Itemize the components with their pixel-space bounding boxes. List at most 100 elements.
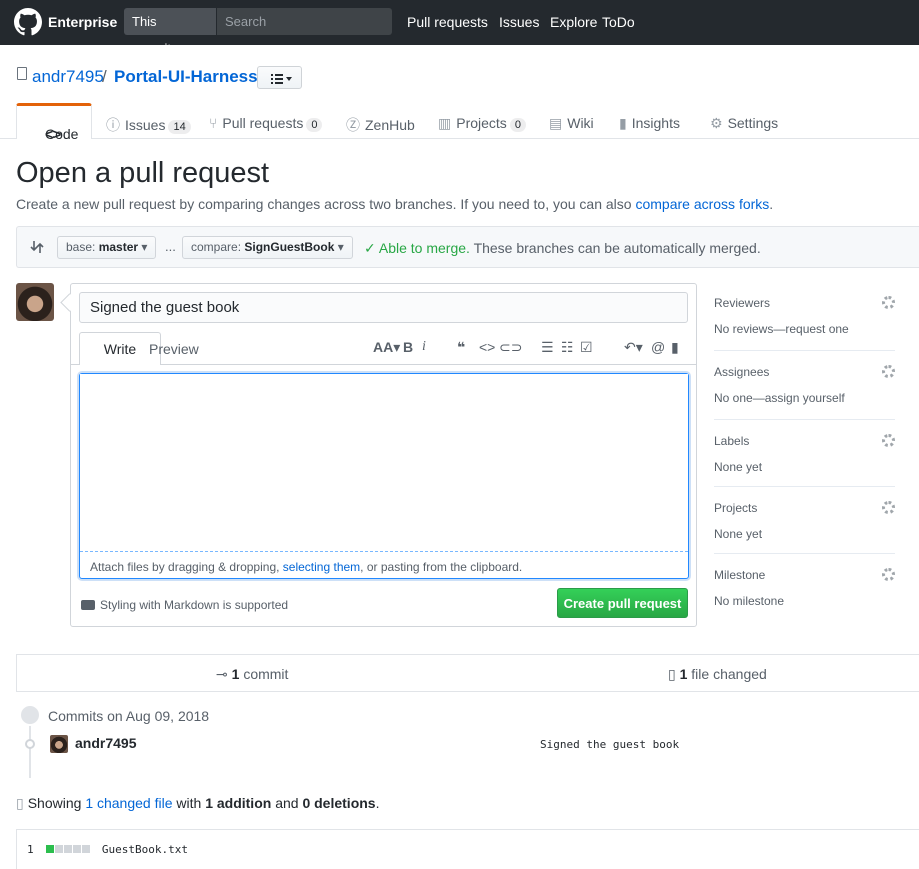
gear-icon[interactable]	[882, 568, 895, 581]
diffstat-neutral	[73, 845, 82, 853]
mention-icon[interactable]: @	[651, 339, 665, 355]
file-list: 1 GuestBook.txt	[16, 829, 919, 869]
diff-with: with	[172, 795, 206, 811]
tab-zenhub-label: ZenHub	[365, 117, 415, 133]
gear-icon[interactable]	[882, 434, 895, 447]
repo-name-link[interactable]: Portal-UI-Harness	[114, 67, 258, 87]
markdown-hint[interactable]: Styling with Markdown is supported	[81, 598, 288, 612]
caret-down-icon: ▾	[141, 240, 148, 254]
sidebar-projects[interactable]: Projects None yet	[714, 501, 895, 541]
merge-status: ✓ Able to merge. These branches can be a…	[364, 240, 761, 257]
tab-wiki[interactable]: ▤ Wiki	[549, 115, 594, 132]
projects-value: None yet	[714, 527, 763, 541]
pr-title-input[interactable]	[79, 292, 688, 323]
caret-down-icon: ▾	[337, 240, 344, 254]
tabs-divider	[0, 138, 919, 139]
diff-summary: ▯ Showing 1 changed file with 1 addition …	[16, 795, 379, 812]
page-subtitle: Create a new pull request by comparing c…	[16, 196, 773, 212]
commit-dot-icon	[25, 739, 35, 749]
text-size-icon[interactable]: AA▾	[373, 339, 400, 356]
bookmark-icon[interactable]: ▮	[671, 339, 679, 356]
diffstat-neutral	[82, 845, 91, 853]
tab-code[interactable]: <> Code	[16, 103, 92, 142]
italic-icon[interactable]: i	[422, 339, 426, 355]
tab-projects-label: Projects	[456, 115, 507, 131]
range-editor: base: master ▾ ... compare: SignGuestBoo…	[16, 226, 919, 268]
link-icon[interactable]: ⊂⊃	[499, 339, 522, 356]
bold-icon[interactable]: B	[403, 339, 413, 355]
gear-icon[interactable]	[882, 296, 895, 309]
pull-request-composer: Write Preview AA▾ B i ❝ <> ⊂⊃ ☰ ☷ ☑ ↶▾ @…	[70, 283, 697, 627]
gear-icon[interactable]	[882, 365, 895, 378]
numbered-list-icon[interactable]: ☷	[561, 339, 574, 356]
tab-issues[interactable]: ⓘ Issues 14	[106, 115, 191, 135]
base-branch-select[interactable]: base: master ▾	[57, 236, 157, 259]
changed-files-link[interactable]: 1 changed file	[85, 795, 172, 811]
nav-issues[interactable]: Issues	[499, 14, 539, 30]
tab-pull-requests[interactable]: ⑂ Pull requests 0	[209, 115, 323, 132]
select-files-link[interactable]: selecting them	[283, 560, 360, 574]
brand-label[interactable]: Enterprise	[48, 14, 117, 30]
tab-insights[interactable]: ▮ Insights	[619, 115, 680, 132]
search-scope: This repository	[124, 8, 216, 56]
file-row[interactable]: 1 GuestBook.txt	[27, 843, 188, 856]
sidebar-milestone[interactable]: Milestone No milestone	[714, 568, 895, 608]
tab-code-label: Code	[45, 126, 79, 142]
commit-author[interactable]: andr7495	[75, 735, 136, 751]
diff-and: and	[271, 795, 303, 811]
overall-summary: ⊸ 1 commit ▯ 1 file changed	[16, 654, 919, 692]
files-summary[interactable]: ▯ 1 file changed	[668, 666, 767, 683]
file-name-link[interactable]: GuestBook.txt	[102, 843, 188, 856]
attach-text-1: Attach files by dragging & dropping,	[90, 560, 283, 574]
commit-author-avatar[interactable]	[50, 735, 68, 753]
create-pull-request-button[interactable]: Create pull request	[557, 588, 688, 618]
nav-pull-requests[interactable]: Pull requests	[407, 14, 488, 30]
additions-count: 1 addition	[205, 795, 272, 811]
commit-message[interactable]: Signed the guest book	[540, 738, 679, 751]
compare-forks-link[interactable]: compare across forks	[635, 196, 769, 212]
reply-icon[interactable]: ↶▾	[624, 339, 643, 356]
pr-body-textarea[interactable]	[80, 374, 688, 552]
global-header: Enterprise This repository Pull requests…	[0, 0, 919, 56]
gear-icon[interactable]	[882, 501, 895, 514]
tab-zenhub[interactable]: Ⓩ ZenHub	[346, 115, 415, 135]
repo-menu-button[interactable]	[257, 66, 302, 89]
reviewers-value: No reviews—request one	[714, 322, 849, 336]
nav-explore[interactable]: Explore	[550, 14, 597, 30]
repo-owner-link[interactable]: andr7495	[32, 67, 104, 87]
tab-projects[interactable]: ▥ Projects 0	[438, 115, 526, 132]
commits-summary[interactable]: ⊸ 1 commit	[216, 666, 288, 683]
nav-todo[interactable]: ToDo	[602, 14, 635, 30]
tab-wiki-label: Wiki	[567, 115, 594, 131]
bulleted-list-icon[interactable]: ☰	[541, 339, 554, 356]
compare-branch-select[interactable]: compare: SignGuestBook ▾	[182, 236, 353, 259]
file-change-count: 1	[27, 843, 34, 856]
deletions-count: 0 deletions	[302, 795, 376, 811]
file-icon: ▯	[16, 795, 24, 811]
tab-settings[interactable]: ⚙ Settings	[710, 115, 778, 132]
milestone-heading: Milestone	[714, 568, 766, 582]
commits-count: 1	[231, 666, 240, 682]
subtitle-end: .	[769, 196, 774, 212]
preview-tab[interactable]: Preview	[149, 341, 199, 357]
book-icon: ▤	[549, 115, 563, 131]
user-avatar[interactable]	[16, 283, 54, 321]
task-list-icon[interactable]: ☑	[580, 339, 593, 356]
project-icon: ▥	[438, 115, 452, 131]
compare-arrows-icon[interactable]	[30, 239, 44, 255]
sidebar-reviewers[interactable]: Reviewers No reviews—request one	[714, 296, 895, 336]
github-logo-icon[interactable]	[14, 8, 42, 36]
sidebar-labels[interactable]: Labels None yet	[714, 434, 895, 474]
issues-counter: 14	[168, 120, 191, 134]
labels-heading: Labels	[714, 434, 750, 448]
sidebar-assignees[interactable]: Assignees No one—assign yourself	[714, 365, 895, 405]
merge-status-label: Able to merge.	[378, 240, 470, 256]
quote-icon[interactable]: ❝	[457, 339, 465, 356]
range-ellipsis: ...	[165, 239, 176, 254]
search-input[interactable]	[217, 8, 392, 35]
compare-branch-value: SignGuestBook	[244, 240, 335, 254]
tab-insights-label: Insights	[631, 115, 680, 131]
sidebar-divider	[714, 419, 895, 420]
code-icon[interactable]: <>	[479, 339, 495, 355]
diffstat-bar	[46, 843, 98, 856]
